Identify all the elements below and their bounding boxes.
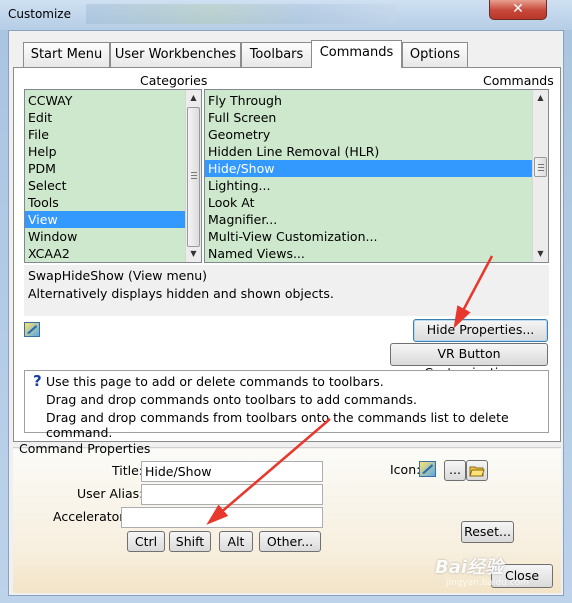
annotation-arrows [206, 255, 494, 525]
baidu-watermark-url: jingyan.baidu.com [446, 578, 530, 588]
annotation-arrow-hide-properties [453, 255, 494, 329]
tab-commands[interactable]: Commands [311, 40, 402, 68]
annotation-arrow-accelerator [206, 418, 331, 525]
baidu-watermark-logo: Bai经验 [435, 557, 504, 578]
